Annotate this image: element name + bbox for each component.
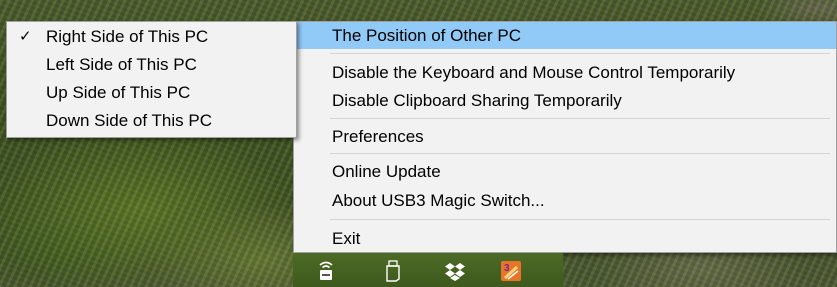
menu-item-label: About USB3 Magic Switch... [332,191,545,210]
menu-item-preferences[interactable]: Preferences [294,123,836,150]
checkmark-icon: ✓ [19,28,32,45]
menu-item-label: Preferences [332,127,424,146]
submenu-item-label: Up Side of This PC [46,83,191,102]
menu-item-position-of-other-pc[interactable]: The Position of Other PC [294,22,836,49]
menu-separator [330,153,830,154]
usb-drive-icon[interactable] [381,259,405,283]
menu-item-online-update[interactable]: Online Update [294,158,836,185]
menu-item-label: Online Update [332,162,441,181]
menu-item-disable-clipboard[interactable]: Disable Clipboard Sharing Temporarily [294,87,836,114]
menu-item-about[interactable]: About USB3 Magic Switch... [294,187,836,214]
submenu-item-up-side[interactable]: Up Side of This PC [7,79,296,106]
network-printer-icon[interactable] [314,259,338,283]
menu-separator [330,118,830,119]
submenu-item-left-side[interactable]: Left Side of This PC [7,51,296,78]
menu-item-label: Disable Clipboard Sharing Temporarily [332,91,622,110]
submenu-item-label: Right Side of This PC [46,27,209,46]
menu-item-disable-keyboard-mouse[interactable]: Disable the Keyboard and Mouse Control T… [294,59,836,86]
magic-switch-badge: 3 [504,263,510,274]
dropbox-icon[interactable] [443,259,467,283]
usb3-magic-switch-icon[interactable]: 3 [499,259,523,283]
menu-separator [330,53,830,54]
menu-item-label: Disable the Keyboard and Mouse Control T… [332,63,736,82]
submenu-item-label: Left Side of This PC [46,55,197,74]
menu-item-exit[interactable]: Exit [294,225,836,252]
menu-separator [330,219,830,220]
submenu-item-down-side[interactable]: Down Side of This PC [7,107,296,134]
position-submenu: ✓ Right Side of This PC Left Side of Thi… [6,21,297,138]
submenu-item-right-side[interactable]: ✓ Right Side of This PC [7,23,296,50]
submenu-item-label: Down Side of This PC [46,111,212,130]
menu-item-label: Exit [332,229,361,248]
tray-context-menu: The Position of Other PC Disable the Key… [293,21,837,253]
menu-item-label: The Position of Other PC [332,26,521,45]
